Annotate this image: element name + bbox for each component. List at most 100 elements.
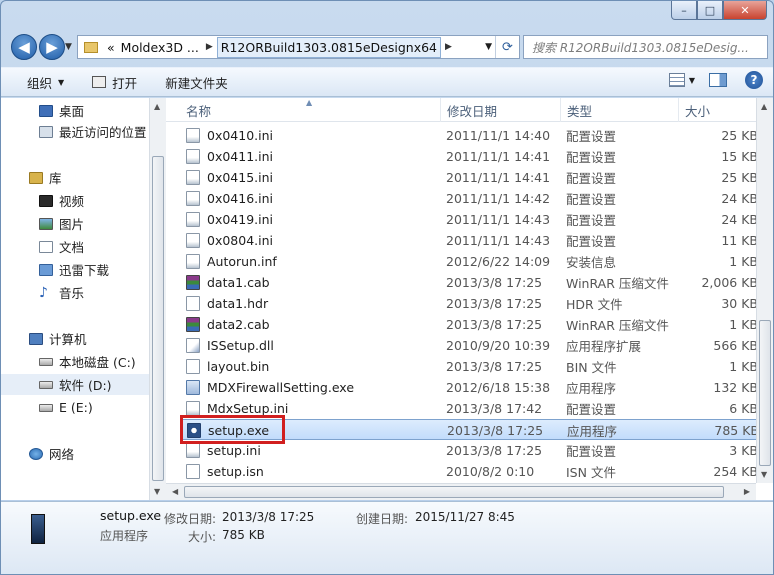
file-row[interactable]: MdxSetup.ini 2013/3/8 17:42 配置设置 6 KB	[180, 398, 758, 419]
nav-item-drive-e[interactable]: E (E:)	[1, 397, 149, 418]
address-dropdown-icon[interactable]: ▼	[485, 42, 492, 52]
file-size: 1 KB	[729, 317, 758, 332]
minimize-button[interactable]: –	[671, 1, 697, 20]
file-row[interactable]: 0x0410.ini 2011/11/1 14:40 配置设置 25 KB	[180, 125, 758, 146]
scrollbar-thumb[interactable]	[184, 486, 724, 498]
file-size: 24 KB	[721, 191, 758, 206]
recent-places-icon	[39, 125, 53, 138]
video-icon	[39, 194, 53, 207]
forward-button[interactable]: ▶	[39, 34, 65, 60]
breadcrumb-overflow[interactable]: «	[104, 40, 118, 55]
preview-pane-icon[interactable]	[709, 73, 727, 87]
file-row[interactable]: setup.ini 2013/3/8 17:25 配置设置 3 KB	[180, 440, 758, 461]
nav-item-libraries[interactable]: 库	[1, 167, 149, 188]
network-icon	[29, 447, 43, 460]
new-folder-button[interactable]: 新建文件夹	[157, 70, 236, 94]
nav-item-music[interactable]: ♪ 音乐	[1, 282, 149, 303]
nav-item-drive-c[interactable]: 本地磁盘 (C:)	[1, 351, 149, 372]
scrollbar-thumb[interactable]	[152, 156, 164, 481]
file-date: 2011/11/1 14:40	[446, 128, 551, 143]
scroll-right-icon[interactable]: ▶	[744, 487, 750, 496]
ini-file-icon	[186, 128, 200, 143]
file-row[interactable]: 0x0411.ini 2011/11/1 14:41 配置设置 15 KB	[180, 146, 758, 167]
recent-pages-dropdown-icon[interactable]: ▼	[65, 42, 72, 52]
file-row[interactable]: data2.cab 2013/3/8 17:25 WinRAR 压缩文件 1 K…	[180, 314, 758, 335]
nav-item-computer[interactable]: 计算机	[1, 328, 149, 349]
details-pane: setup.exe 应用程序 修改日期: 2013/3/8 17:25 创建日期…	[1, 501, 773, 574]
file-row[interactable]: 0x0416.ini 2011/11/1 14:42 配置设置 24 KB	[180, 188, 758, 209]
nav-item-network[interactable]: 网络	[1, 443, 149, 464]
file-row-selected[interactable]: setup.exe 2013/3/8 17:25 应用程序 785 KB	[180, 419, 759, 440]
file-name: MDXFirewallSetting.exe	[207, 380, 355, 395]
nav-item-videos[interactable]: 视频	[1, 190, 149, 211]
file-date: 2011/11/1 14:43	[446, 233, 551, 248]
setup-application-large-icon	[31, 514, 45, 544]
nav-pane-scrollbar[interactable]: ▲ ▼	[149, 98, 166, 500]
change-view-icon[interactable]	[668, 73, 685, 87]
scroll-up-icon[interactable]: ▲	[761, 102, 767, 111]
file-name: setup.exe	[208, 423, 270, 438]
breadcrumb-moldex3d[interactable]: Moldex3D ...	[118, 40, 202, 55]
file-row[interactable]: setup.isn 2010/8/2 0:10 ISN 文件 254 KB	[180, 461, 758, 482]
file-type: 配置设置	[566, 213, 617, 228]
scroll-down-icon[interactable]: ▼	[154, 487, 160, 496]
file-row[interactable]: data1.cab 2013/3/8 17:25 WinRAR 压缩文件 2,0…	[180, 272, 758, 293]
open-button[interactable]: 打开	[84, 70, 145, 94]
nav-item-documents[interactable]: 文档	[1, 236, 149, 257]
help-icon[interactable]: ?	[745, 71, 763, 89]
file-type: ISN 文件	[566, 465, 616, 480]
file-type: 应用程序扩展	[566, 339, 642, 354]
generic-file-icon	[186, 464, 200, 479]
file-name: Autorun.inf	[207, 254, 277, 269]
nav-item-thunder-downloads[interactable]: 迅雷下载	[1, 259, 149, 280]
nav-item-recent-places[interactable]: 最近访问的位置	[1, 121, 149, 142]
file-size: 3 KB	[729, 443, 758, 458]
nav-item-desktop[interactable]: 桌面	[1, 100, 149, 121]
close-button[interactable]: ✕	[723, 1, 767, 20]
breadcrumb-separator-icon[interactable]: ▶	[202, 42, 217, 52]
file-size: 25 KB	[721, 170, 758, 185]
file-name: data1.cab	[207, 275, 270, 290]
nav-item-pictures[interactable]: 图片	[1, 213, 149, 234]
file-size: 15 KB	[721, 149, 758, 164]
column-header-type[interactable]: 类型	[561, 98, 679, 122]
file-row[interactable]: layout.bin 2013/3/8 17:25 BIN 文件 1 KB	[180, 356, 758, 377]
file-row[interactable]: MDXFirewallSetting.exe 2012/6/18 15:38 应…	[180, 377, 758, 398]
refresh-icon[interactable]: ⟳	[495, 36, 519, 58]
column-header-date[interactable]: 修改日期	[441, 98, 561, 122]
file-row[interactable]: ISSetup.dll 2010/9/20 10:39 应用程序扩展 566 K…	[180, 335, 758, 356]
scroll-up-icon[interactable]: ▲	[154, 102, 160, 111]
view-options-chevron-icon[interactable]: ▼	[689, 76, 695, 85]
file-row[interactable]: 0x0415.ini 2011/11/1 14:41 配置设置 25 KB	[180, 167, 758, 188]
file-date: 2010/8/2 0:10	[446, 464, 535, 479]
file-row[interactable]: Autorun.inf 2012/6/22 14:09 安装信息 1 KB	[180, 251, 758, 272]
file-row[interactable]: 0x0419.ini 2011/11/1 14:43 配置设置 24 KB	[180, 209, 758, 230]
nav-item-drive-d[interactable]: 软件 (D:)	[1, 374, 149, 395]
scrollbar-thumb[interactable]	[759, 320, 771, 466]
file-row[interactable]: 0x0804.ini 2011/11/1 14:43 配置设置 11 KB	[180, 230, 758, 251]
application-icon	[186, 380, 200, 395]
maximize-button[interactable]: □	[697, 1, 723, 20]
file-list-horizontal-scrollbar[interactable]: ◀ ▶	[166, 483, 756, 500]
file-row[interactable]: data1.hdr 2013/3/8 17:25 HDR 文件 30 KB	[180, 293, 758, 314]
search-input[interactable]: 搜索 R12ORBuild1303.0815eDesig...	[523, 35, 768, 59]
address-bar[interactable]: « Moldex3D ... ▶ R12ORBuild1303.0815eDes…	[77, 35, 520, 59]
details-size-label: 大小:	[188, 530, 217, 544]
breadcrumb-separator-icon[interactable]: ▶	[441, 42, 456, 52]
organize-button[interactable]: 组织 ▼	[19, 70, 72, 94]
library-icon	[29, 171, 43, 184]
file-list-vertical-scrollbar[interactable]: ▲ ▼	[756, 98, 773, 483]
back-button[interactable]: ◀	[11, 34, 37, 60]
scroll-down-icon[interactable]: ▼	[761, 470, 767, 479]
scroll-left-icon[interactable]: ◀	[172, 487, 178, 496]
column-header-size[interactable]: 大小	[679, 98, 759, 122]
desktop-icon	[39, 104, 53, 117]
generic-file-icon	[186, 359, 200, 374]
navigation-pane: 桌面 最近访问的位置 库 视频 图片 文档 迅雷下载 ♪ 音乐 计算机 本地磁盘…	[1, 98, 149, 500]
nav-label: 文档	[59, 240, 85, 255]
breadcrumb-current-folder[interactable]: R12ORBuild1303.0815eDesignx64	[216, 36, 442, 58]
file-size: 132 KB	[713, 380, 758, 395]
file-date: 2011/11/1 14:43	[446, 212, 551, 227]
details-created-label: 创建日期:	[356, 512, 409, 526]
file-type: 配置设置	[566, 150, 617, 165]
